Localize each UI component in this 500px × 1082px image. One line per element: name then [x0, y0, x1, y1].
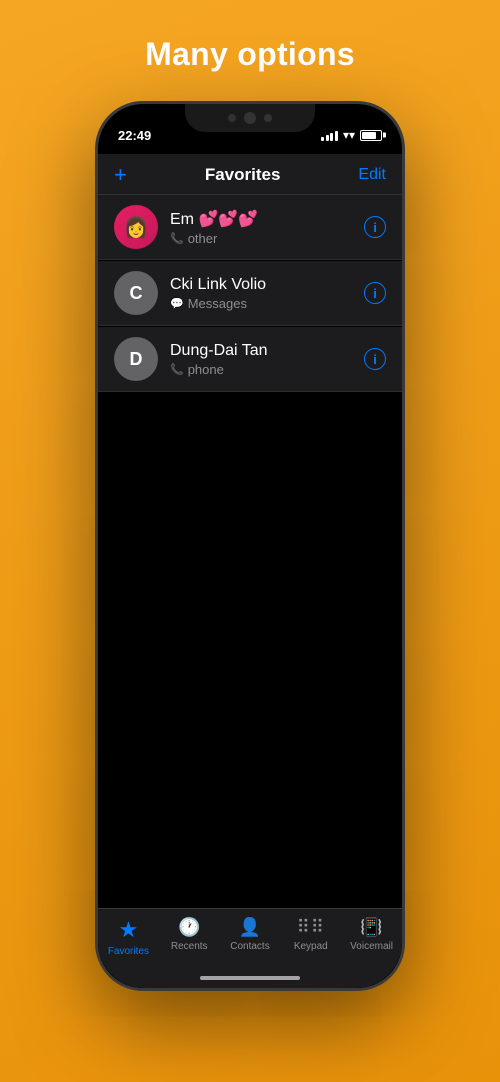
- contact-sub: 📞 phone: [170, 362, 364, 377]
- sub-label: phone: [188, 362, 224, 377]
- avatar: C: [114, 271, 158, 315]
- tab-voicemail[interactable]: 📳 Voicemail: [344, 917, 399, 952]
- list-item[interactable]: C Cki Link Volio 💬 Messages i: [98, 261, 402, 326]
- nav-bar: + Favorites Edit: [98, 154, 402, 195]
- voicemail-icon: 📳: [360, 917, 382, 938]
- tab-keypad[interactable]: ⠿⠿ Keypad: [283, 917, 338, 952]
- info-button[interactable]: i: [364, 348, 386, 370]
- item-info: Em 💕💕💕 📞 other: [170, 209, 364, 246]
- signal-icon: [321, 129, 338, 141]
- screen: + Favorites Edit 👩 Em 💕💕💕 📞 other: [98, 154, 402, 988]
- page-title: Many options: [145, 36, 355, 73]
- contact-sub: 💬 Messages: [170, 296, 364, 311]
- tab-contacts-label: Contacts: [230, 941, 269, 952]
- avatar: D: [114, 337, 158, 381]
- sub-icon: 📞: [170, 363, 184, 376]
- nav-title: Favorites: [205, 165, 281, 185]
- avatar-letter: C: [130, 283, 143, 304]
- status-bar: 22:49 ▾▾: [98, 104, 402, 154]
- sub-label: Messages: [188, 296, 247, 311]
- add-favorite-button[interactable]: +: [114, 164, 127, 186]
- avatar: 👩: [114, 205, 158, 249]
- tab-recents-label: Recents: [171, 941, 208, 952]
- tab-voicemail-label: Voicemail: [350, 941, 393, 952]
- status-time: 22:49: [118, 128, 151, 143]
- tab-contacts[interactable]: 👤 Contacts: [222, 917, 277, 952]
- notch-dot-2: [264, 114, 272, 122]
- notch: [185, 104, 315, 132]
- favorites-icon: ★: [119, 917, 139, 943]
- recents-icon: 🕐: [178, 917, 200, 938]
- info-button[interactable]: i: [364, 282, 386, 304]
- contact-name: Cki Link Volio: [170, 276, 364, 294]
- tab-favorites-label: Favorites: [108, 946, 149, 957]
- edit-button[interactable]: Edit: [358, 166, 386, 184]
- tab-keypad-label: Keypad: [294, 941, 328, 952]
- wifi-icon: ▾▾: [343, 128, 355, 142]
- sub-icon: 📞: [170, 232, 184, 245]
- avatar-letter: D: [130, 349, 143, 370]
- contact-sub: 📞 other: [170, 231, 364, 246]
- contact-name: Dung-Dai Tan: [170, 342, 364, 360]
- phone-shell: 22:49 ▾▾ + Favorites Edit: [95, 101, 405, 991]
- sub-label: other: [188, 231, 218, 246]
- item-info: Dung-Dai Tan 📞 phone: [170, 342, 364, 377]
- status-icons: ▾▾: [321, 128, 382, 142]
- contact-name: Em 💕💕💕: [170, 209, 364, 229]
- favorites-list: 👩 Em 💕💕💕 📞 other i C: [98, 195, 402, 988]
- keypad-icon: ⠿⠿: [297, 917, 325, 938]
- tab-recents[interactable]: 🕐 Recents: [162, 917, 217, 952]
- notch-camera: [244, 112, 256, 124]
- home-indicator: [200, 976, 300, 980]
- sub-icon: 💬: [170, 297, 184, 310]
- list-item[interactable]: D Dung-Dai Tan 📞 phone i: [98, 327, 402, 392]
- info-button[interactable]: i: [364, 216, 386, 238]
- notch-dot-1: [228, 114, 236, 122]
- list-item[interactable]: 👩 Em 💕💕💕 📞 other i: [98, 195, 402, 260]
- contacts-icon: 👤: [239, 917, 261, 938]
- item-info: Cki Link Volio 💬 Messages: [170, 276, 364, 311]
- battery-icon: [360, 130, 382, 141]
- tab-favorites[interactable]: ★ Favorites: [101, 917, 156, 957]
